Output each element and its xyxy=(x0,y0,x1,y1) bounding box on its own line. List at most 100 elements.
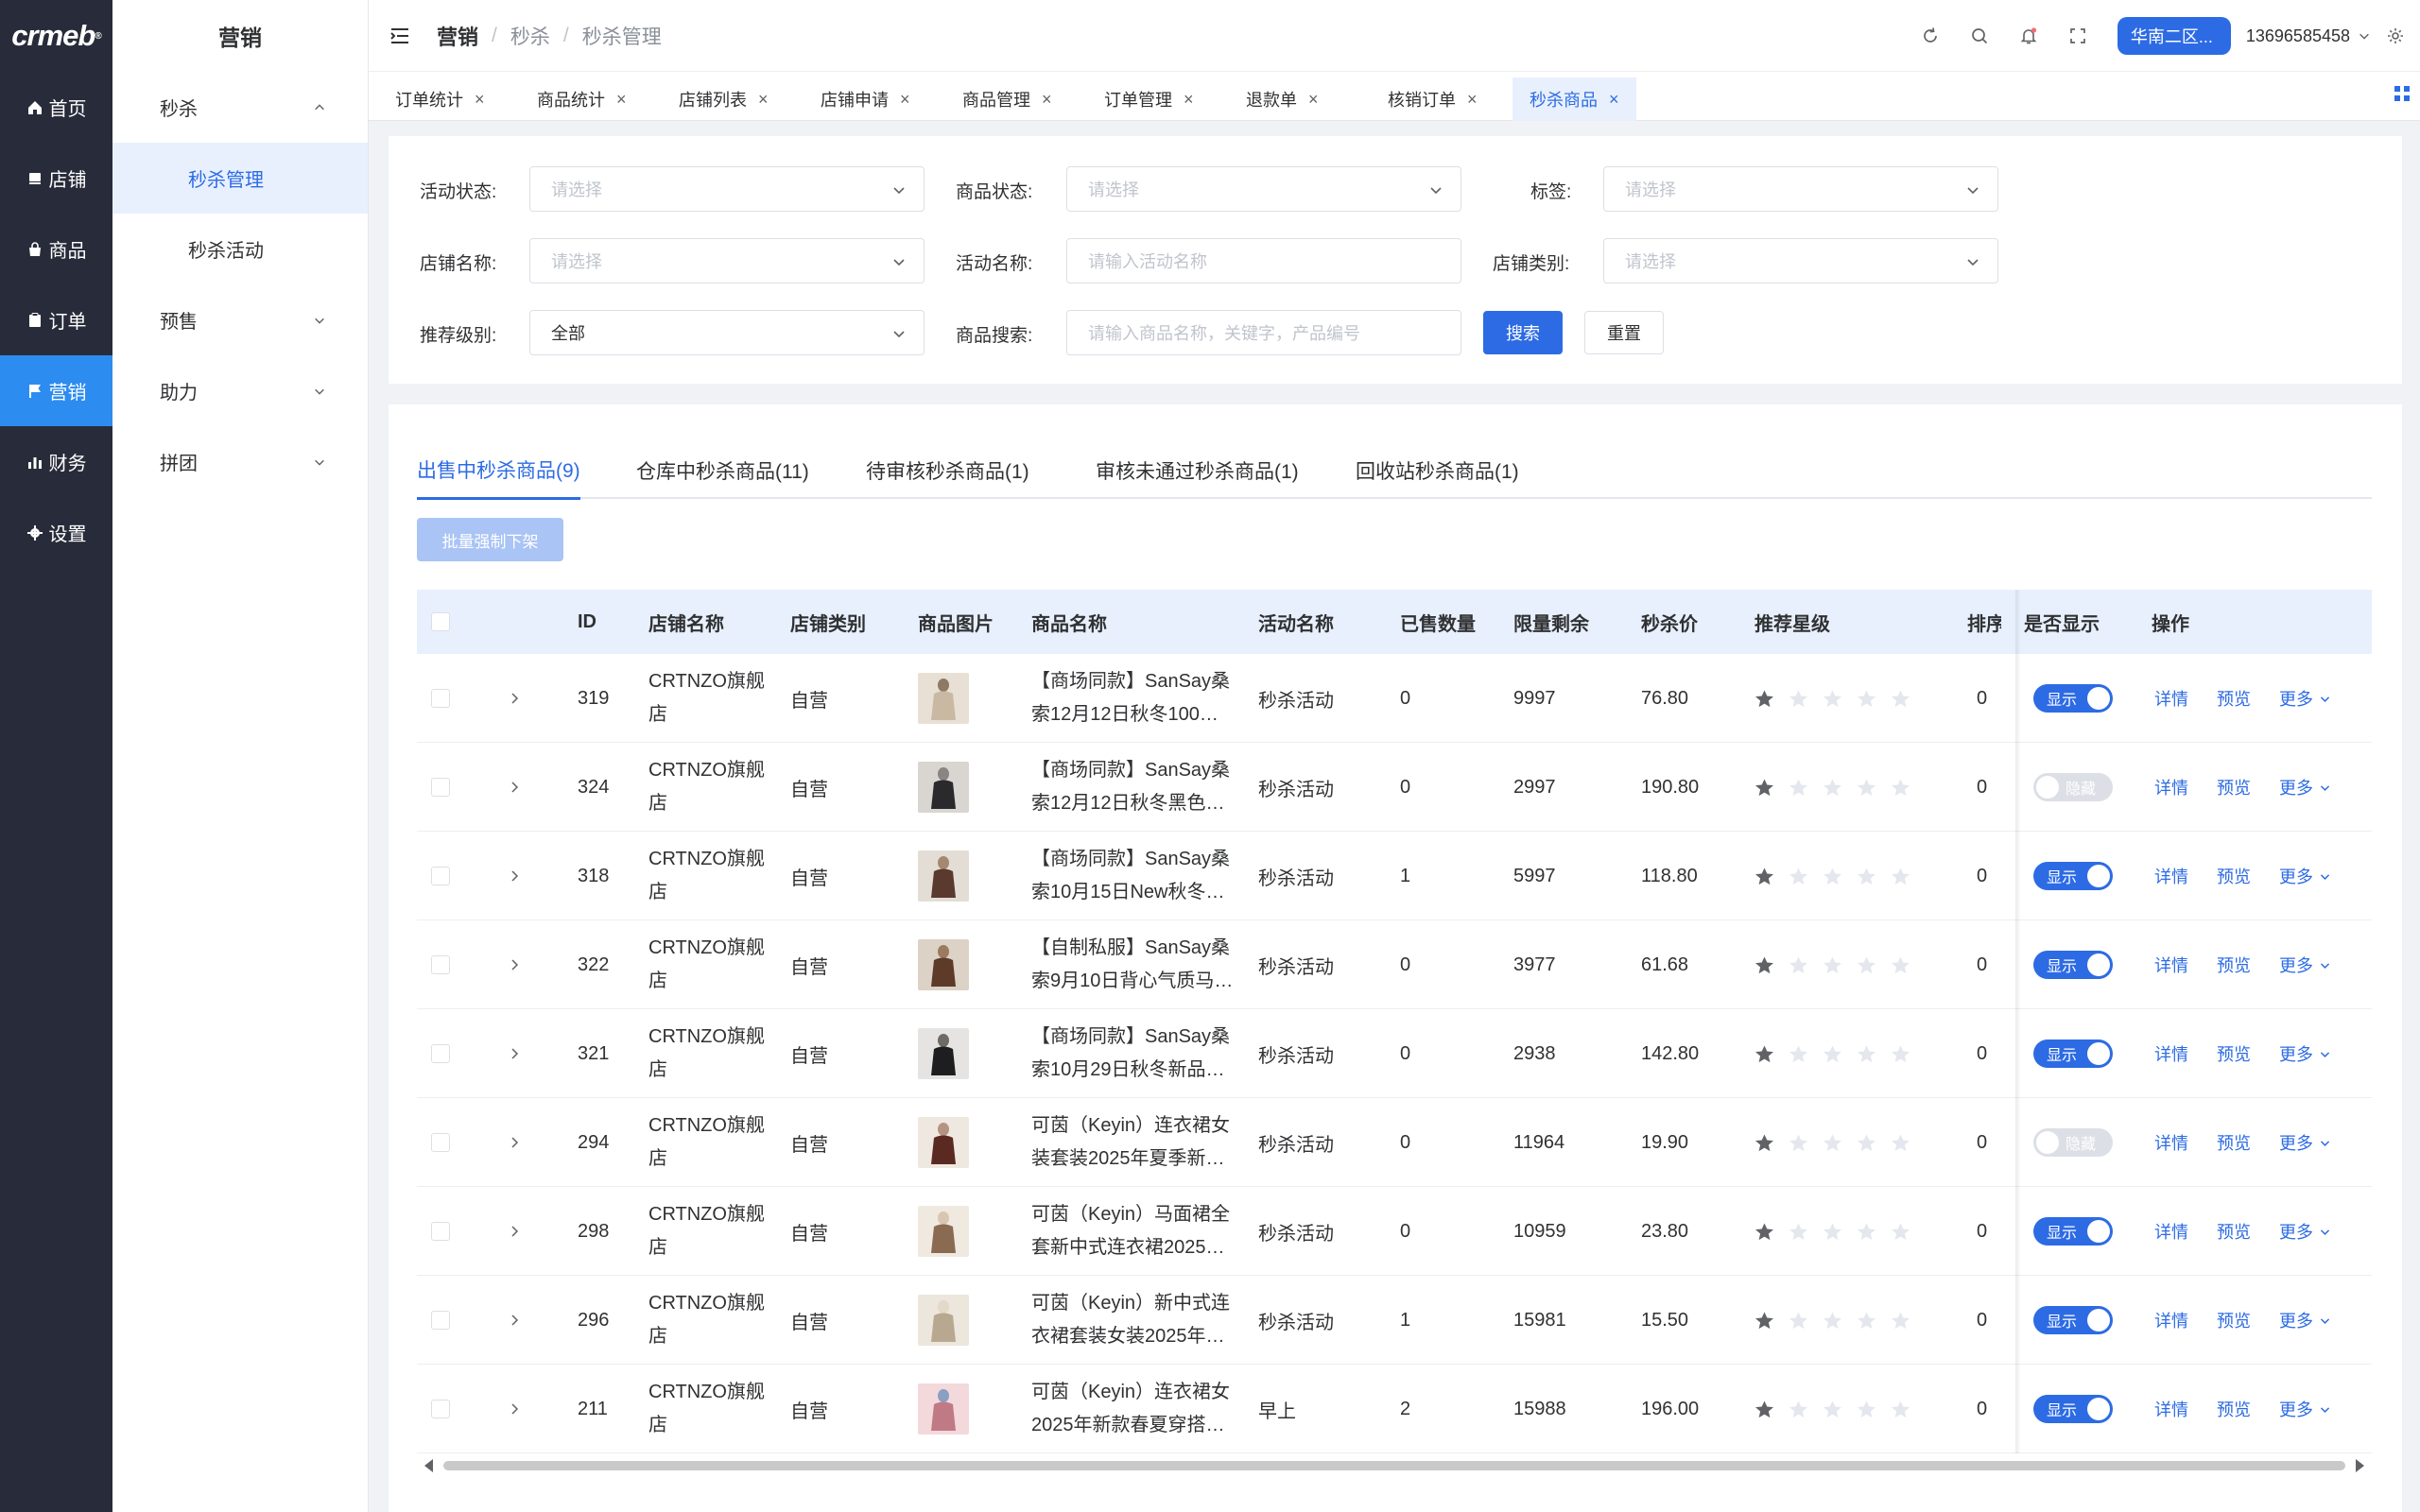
more-dropdown[interactable]: 更多 xyxy=(2279,686,2331,711)
user-menu[interactable]: 13696585458 xyxy=(2246,26,2371,46)
scroll-thumb[interactable] xyxy=(443,1461,2345,1470)
grid-menu-icon[interactable] xyxy=(2394,85,2411,102)
star-icon[interactable] xyxy=(1891,1222,1910,1242)
tab-rejected[interactable]: 审核未通过秒杀商品(1) xyxy=(1096,442,1299,499)
star-icon[interactable] xyxy=(1789,1311,1808,1331)
star-icon[interactable] xyxy=(1891,1400,1910,1419)
star-icon[interactable] xyxy=(1891,867,1910,886)
page-tab[interactable]: 核销订单 × xyxy=(1371,77,1495,121)
scroll-left-arrow-icon[interactable] xyxy=(424,1459,433,1472)
close-icon[interactable]: × xyxy=(475,90,485,110)
scroll-right-arrow-icon[interactable] xyxy=(2356,1459,2364,1472)
star-icon[interactable] xyxy=(1857,1400,1876,1419)
product-status-select[interactable]: 请选择 xyxy=(1066,166,1461,212)
star-icon[interactable] xyxy=(1789,1044,1808,1064)
rail-item-5[interactable]: 财务 xyxy=(0,426,112,497)
page-tab[interactable]: 商品统计 × xyxy=(520,77,644,121)
close-icon[interactable]: × xyxy=(1308,90,1319,110)
star-icon[interactable] xyxy=(1789,955,1808,975)
close-icon[interactable]: × xyxy=(1609,90,1619,110)
star-icon[interactable] xyxy=(1891,778,1910,798)
detail-link[interactable]: 详情 xyxy=(2154,1219,2188,1244)
star-icon[interactable] xyxy=(1823,1222,1842,1242)
star-icon[interactable] xyxy=(1754,1044,1774,1064)
star-icon[interactable] xyxy=(1789,867,1808,886)
star-icon[interactable] xyxy=(1789,1133,1808,1153)
rail-item-0[interactable]: 首页 xyxy=(0,72,112,143)
star-icon[interactable] xyxy=(1754,1133,1774,1153)
row-checkbox[interactable] xyxy=(431,867,450,885)
product-thumbnail[interactable] xyxy=(918,762,969,813)
menu-fold-icon[interactable] xyxy=(389,26,410,45)
tag-select[interactable]: 请选择 xyxy=(1603,166,1998,212)
detail-link[interactable]: 详情 xyxy=(2154,775,2188,799)
close-icon[interactable]: × xyxy=(1467,90,1478,110)
store-name-select[interactable]: 请选择 xyxy=(529,238,925,284)
show-toggle[interactable]: 显示 xyxy=(2033,684,2113,713)
star-icon[interactable] xyxy=(1857,1311,1876,1331)
tab-warehouse[interactable]: 仓库中秒杀商品(11) xyxy=(636,442,809,499)
more-dropdown[interactable]: 更多 xyxy=(2279,864,2331,888)
preview-link[interactable]: 预览 xyxy=(2217,1219,2251,1244)
refresh-icon[interactable] xyxy=(1906,0,1955,72)
bell-icon[interactable] xyxy=(2004,0,2053,72)
star-icon[interactable] xyxy=(1857,1133,1876,1153)
row-checkbox[interactable] xyxy=(431,955,450,974)
close-icon[interactable]: × xyxy=(758,90,769,110)
star-icon[interactable] xyxy=(1891,1044,1910,1064)
reset-button[interactable]: 重置 xyxy=(1584,311,1664,354)
star-icon[interactable] xyxy=(1857,955,1876,975)
breadcrumb-item[interactable]: 秒杀 xyxy=(510,22,550,50)
subnav-item-seckill-manage[interactable]: 秒杀管理 xyxy=(112,143,368,214)
fullscreen-icon[interactable] xyxy=(2053,0,2102,72)
show-toggle[interactable]: 显示 xyxy=(2033,1217,2113,1246)
star-icon[interactable] xyxy=(1891,955,1910,975)
star-icon[interactable] xyxy=(1754,1222,1774,1242)
preview-link[interactable]: 预览 xyxy=(2217,686,2251,711)
detail-link[interactable]: 详情 xyxy=(2154,1397,2188,1421)
page-tab[interactable]: 订单统计 × xyxy=(378,77,502,121)
row-checkbox[interactable] xyxy=(431,1222,450,1241)
detail-link[interactable]: 详情 xyxy=(2154,864,2188,888)
chevron-right-icon[interactable] xyxy=(508,869,521,883)
show-toggle[interactable]: 显示 xyxy=(2033,1306,2113,1334)
more-dropdown[interactable]: 更多 xyxy=(2279,775,2331,799)
settings-gear-icon[interactable] xyxy=(2371,0,2420,72)
star-icon[interactable] xyxy=(1754,1311,1774,1331)
rec-level-select[interactable]: 全部 xyxy=(529,310,925,355)
detail-link[interactable]: 详情 xyxy=(2154,1308,2188,1332)
close-icon[interactable]: × xyxy=(1042,90,1052,110)
preview-link[interactable]: 预览 xyxy=(2217,864,2251,888)
show-toggle[interactable]: 隐藏 xyxy=(2033,773,2113,801)
star-icon[interactable] xyxy=(1789,1222,1808,1242)
tab-pending[interactable]: 待审核秒杀商品(1) xyxy=(866,442,1029,499)
row-checkbox[interactable] xyxy=(431,1133,450,1152)
page-tab[interactable]: 商品管理 × xyxy=(945,77,1069,121)
show-toggle[interactable]: 显示 xyxy=(2033,951,2113,979)
select-all-checkbox[interactable] xyxy=(431,612,450,631)
star-icon[interactable] xyxy=(1857,689,1876,709)
star-icon[interactable] xyxy=(1891,689,1910,709)
subnav-group-seckill[interactable]: 秒杀 xyxy=(112,72,368,143)
star-icon[interactable] xyxy=(1823,778,1842,798)
detail-link[interactable]: 详情 xyxy=(2154,953,2188,977)
activity-status-select[interactable]: 请选择 xyxy=(529,166,925,212)
product-thumbnail[interactable] xyxy=(918,673,969,724)
page-tab[interactable]: 订单管理 × xyxy=(1087,77,1211,121)
search-button[interactable]: 搜索 xyxy=(1483,311,1563,354)
close-icon[interactable]: × xyxy=(1184,90,1194,110)
subnav-group-presale[interactable]: 预售 xyxy=(112,284,368,355)
detail-link[interactable]: 详情 xyxy=(2154,1041,2188,1066)
preview-link[interactable]: 预览 xyxy=(2217,775,2251,799)
rail-item-6[interactable]: 设置 xyxy=(0,497,112,568)
activity-name-input[interactable]: 请输入活动名称 xyxy=(1066,238,1461,284)
star-icon[interactable] xyxy=(1823,1311,1842,1331)
tab-recycle[interactable]: 回收站秒杀商品(1) xyxy=(1356,442,1519,499)
star-icon[interactable] xyxy=(1754,778,1774,798)
row-checkbox[interactable] xyxy=(431,1311,450,1330)
show-toggle[interactable]: 显示 xyxy=(2033,1040,2113,1068)
product-thumbnail[interactable] xyxy=(918,850,969,902)
preview-link[interactable]: 预览 xyxy=(2217,953,2251,977)
product-thumbnail[interactable] xyxy=(918,1206,969,1257)
star-icon[interactable] xyxy=(1823,1133,1842,1153)
